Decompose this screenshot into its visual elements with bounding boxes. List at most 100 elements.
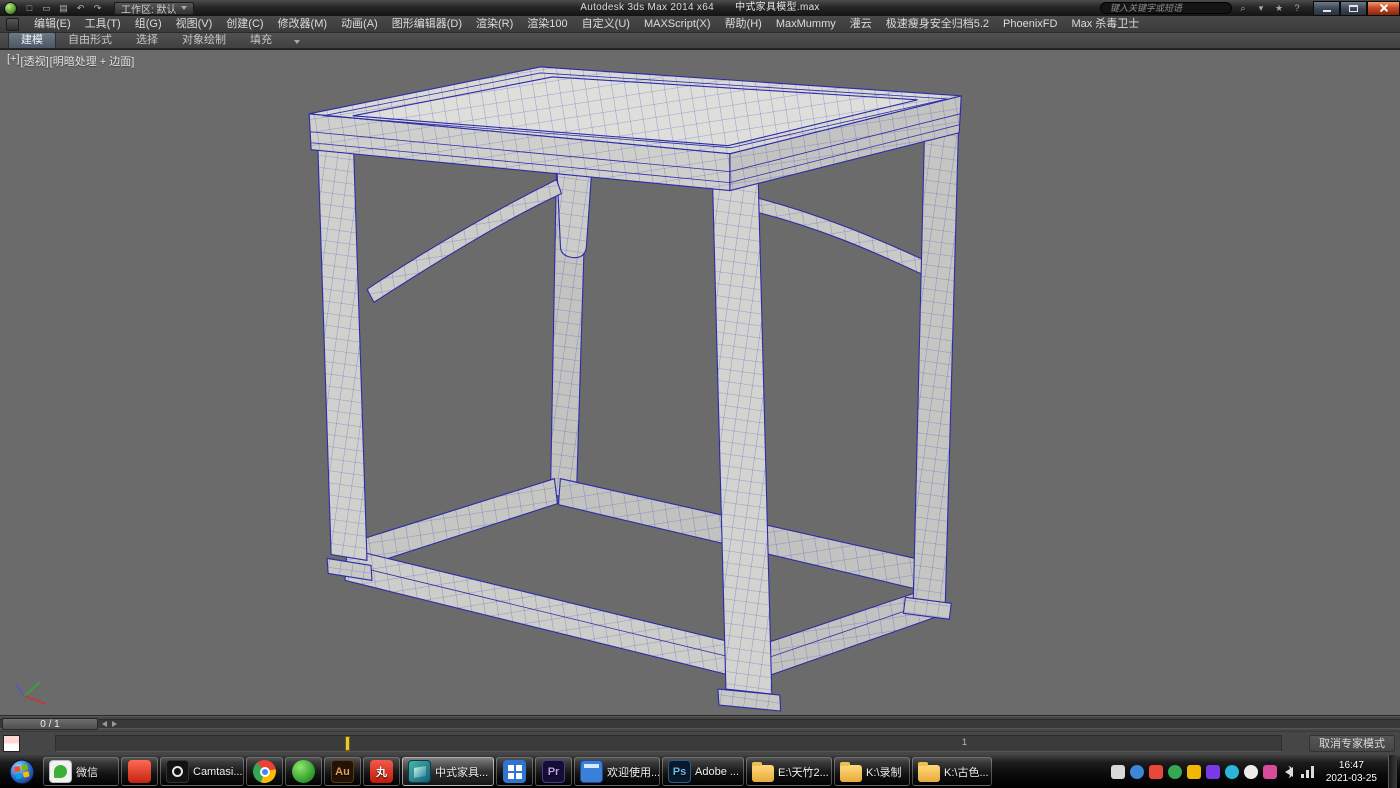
- task-label: Adobe ...: [695, 766, 739, 778]
- minimize-button[interactable]: [1313, 1, 1340, 16]
- task-tiles-app[interactable]: [496, 757, 533, 786]
- axis-gizmo: [16, 682, 46, 704]
- 3dsmax-window: 工作区: 默认 Autodesk 3ds Max 2014 x64 中式家具模型…: [0, 0, 1400, 788]
- tray-app-icon[interactable]: [1225, 765, 1239, 779]
- viewport-pov-menu[interactable]: [透视]: [21, 53, 49, 69]
- time-slider[interactable]: 0 / 1: [2, 718, 98, 730]
- menu-rendering[interactable]: 渲染(R): [469, 16, 520, 33]
- favorites-icon[interactable]: [1272, 2, 1286, 14]
- chrome-icon: [253, 760, 276, 783]
- tray-app-icon[interactable]: [1244, 765, 1258, 779]
- next-frame-icon[interactable]: [112, 721, 117, 727]
- tray-app-icon[interactable]: [1149, 765, 1163, 779]
- stool-model[interactable]: [309, 67, 961, 711]
- menu-create[interactable]: 创建(C): [219, 16, 270, 33]
- menu-edit[interactable]: 编辑(E): [27, 16, 78, 33]
- time-slider-track[interactable]: [0, 719, 1400, 729]
- task-audition[interactable]: Au: [324, 757, 361, 786]
- task-folder-k2[interactable]: K:\古色...: [912, 757, 992, 786]
- green-app-icon: [292, 760, 315, 783]
- tab-freeform[interactable]: 自由形式: [56, 33, 124, 48]
- previous-frame-icon[interactable]: [102, 721, 107, 727]
- menu-render100[interactable]: 渲染100: [520, 16, 574, 33]
- frame-tick-label: 1: [962, 737, 967, 747]
- menu-maxscript[interactable]: MAXScript(X): [637, 16, 718, 33]
- folder-icon: [918, 765, 940, 782]
- menu-guanyun[interactable]: 灌云: [843, 16, 879, 33]
- help-icon[interactable]: [1290, 2, 1304, 14]
- redo-icon[interactable]: [90, 2, 105, 15]
- tray-app-icon[interactable]: [1111, 765, 1125, 779]
- menu-antivirus[interactable]: Max 杀毒卫士: [1064, 16, 1146, 33]
- ribbon-minimize-icon[interactable]: [294, 40, 300, 44]
- show-desktop-button[interactable]: [1388, 755, 1397, 788]
- close-icon: [1379, 3, 1389, 13]
- key-marker[interactable]: [345, 736, 350, 751]
- ribbon-tab-bar: 建模 自由形式 选择 对象绘制 填充: [0, 33, 1400, 49]
- save-file-icon[interactable]: [56, 2, 71, 15]
- task-welcome[interactable]: 欢迎使用...: [574, 757, 660, 786]
- track-bar[interactable]: [55, 735, 1282, 752]
- viewport-canvas[interactable]: [0, 50, 1400, 715]
- task-folder-e[interactable]: E:\天竹2...: [746, 757, 832, 786]
- clock[interactable]: 16:47 2021-03-25: [1320, 759, 1383, 785]
- start-button[interactable]: [2, 755, 41, 788]
- viewport-general-menu[interactable]: [+]: [7, 53, 20, 69]
- task-wechat[interactable]: 微信: [43, 757, 119, 786]
- task-camtasia[interactable]: Camtasi...: [160, 757, 244, 786]
- menu-animation[interactable]: 动画(A): [334, 16, 385, 33]
- task-label: 微信: [76, 764, 98, 780]
- menu-slim-archive[interactable]: 极速瘦身安全归档5.2: [879, 16, 996, 33]
- task-photoshop[interactable]: Ps Adobe ...: [662, 757, 744, 786]
- tray-app-icon[interactable]: [1263, 765, 1277, 779]
- task-folder-k1[interactable]: K:\录制: [834, 757, 910, 786]
- new-scene-icon[interactable]: [22, 2, 37, 15]
- search-icon[interactable]: [1236, 2, 1250, 14]
- menu-modifiers[interactable]: 修改器(M): [271, 16, 335, 33]
- task-chrome[interactable]: [246, 757, 283, 786]
- menu-phoenixfd[interactable]: PhoenixFD: [996, 16, 1064, 33]
- tray-app-icon[interactable]: [1168, 765, 1182, 779]
- close-button[interactable]: [1367, 1, 1400, 16]
- sign-in-icon[interactable]: [1254, 2, 1268, 14]
- tray-app-icon[interactable]: [1187, 765, 1201, 779]
- folder-icon: [840, 765, 862, 782]
- undo-icon[interactable]: [73, 2, 88, 15]
- volume-icon[interactable]: [1285, 767, 1293, 777]
- task-wan[interactable]: 丸: [363, 757, 400, 786]
- viewport-label: [+] [透视] [明暗处理 + 边面]: [7, 53, 134, 69]
- task-premiere[interactable]: Pr: [535, 757, 572, 786]
- network-icon[interactable]: [1301, 766, 1315, 778]
- maximize-button[interactable]: [1340, 1, 1367, 16]
- task-3dsmax[interactable]: 中式家具...: [402, 757, 494, 786]
- perspective-viewport[interactable]: [+] [透视] [明暗处理 + 边面]: [0, 49, 1400, 716]
- menu-customize[interactable]: 自定义(U): [575, 16, 637, 33]
- app-logo-icon[interactable]: [4, 2, 17, 15]
- task-green-app[interactable]: [285, 757, 322, 786]
- menu-graph-editors[interactable]: 图形编辑器(D): [385, 16, 469, 33]
- app-button-icon[interactable]: [6, 18, 19, 31]
- open-file-icon[interactable]: [39, 2, 54, 15]
- cancel-expert-mode-button[interactable]: 取消专家模式: [1309, 735, 1395, 752]
- window-controls: [1313, 1, 1400, 16]
- menu-maxmummy[interactable]: MaxMummy: [769, 16, 843, 33]
- search-input[interactable]: [1100, 2, 1232, 14]
- maxscript-mini-listener[interactable]: [3, 735, 20, 752]
- tab-selection[interactable]: 选择: [124, 33, 170, 48]
- tiles-app-icon: [503, 760, 526, 783]
- menu-tools[interactable]: 工具(T): [78, 16, 128, 33]
- tab-modeling[interactable]: 建模: [8, 32, 56, 48]
- workspace-selector[interactable]: 工作区: 默认: [114, 2, 194, 15]
- tab-object-paint[interactable]: 对象绘制: [170, 33, 238, 48]
- tray-app-icon[interactable]: [1206, 765, 1220, 779]
- menu-views[interactable]: 视图(V): [169, 16, 220, 33]
- tray-app-icon[interactable]: [1130, 765, 1144, 779]
- menu-group[interactable]: 组(G): [128, 16, 169, 33]
- red-app-icon: [128, 760, 151, 783]
- tab-populate[interactable]: 填充: [238, 33, 284, 48]
- task-red-app[interactable]: [121, 757, 158, 786]
- task-label: E:\天竹2...: [778, 764, 829, 780]
- viewport-shading-menu[interactable]: [明暗处理 + 边面]: [50, 53, 135, 69]
- 3dsmax-icon: [408, 760, 431, 783]
- menu-help[interactable]: 帮助(H): [718, 16, 769, 33]
